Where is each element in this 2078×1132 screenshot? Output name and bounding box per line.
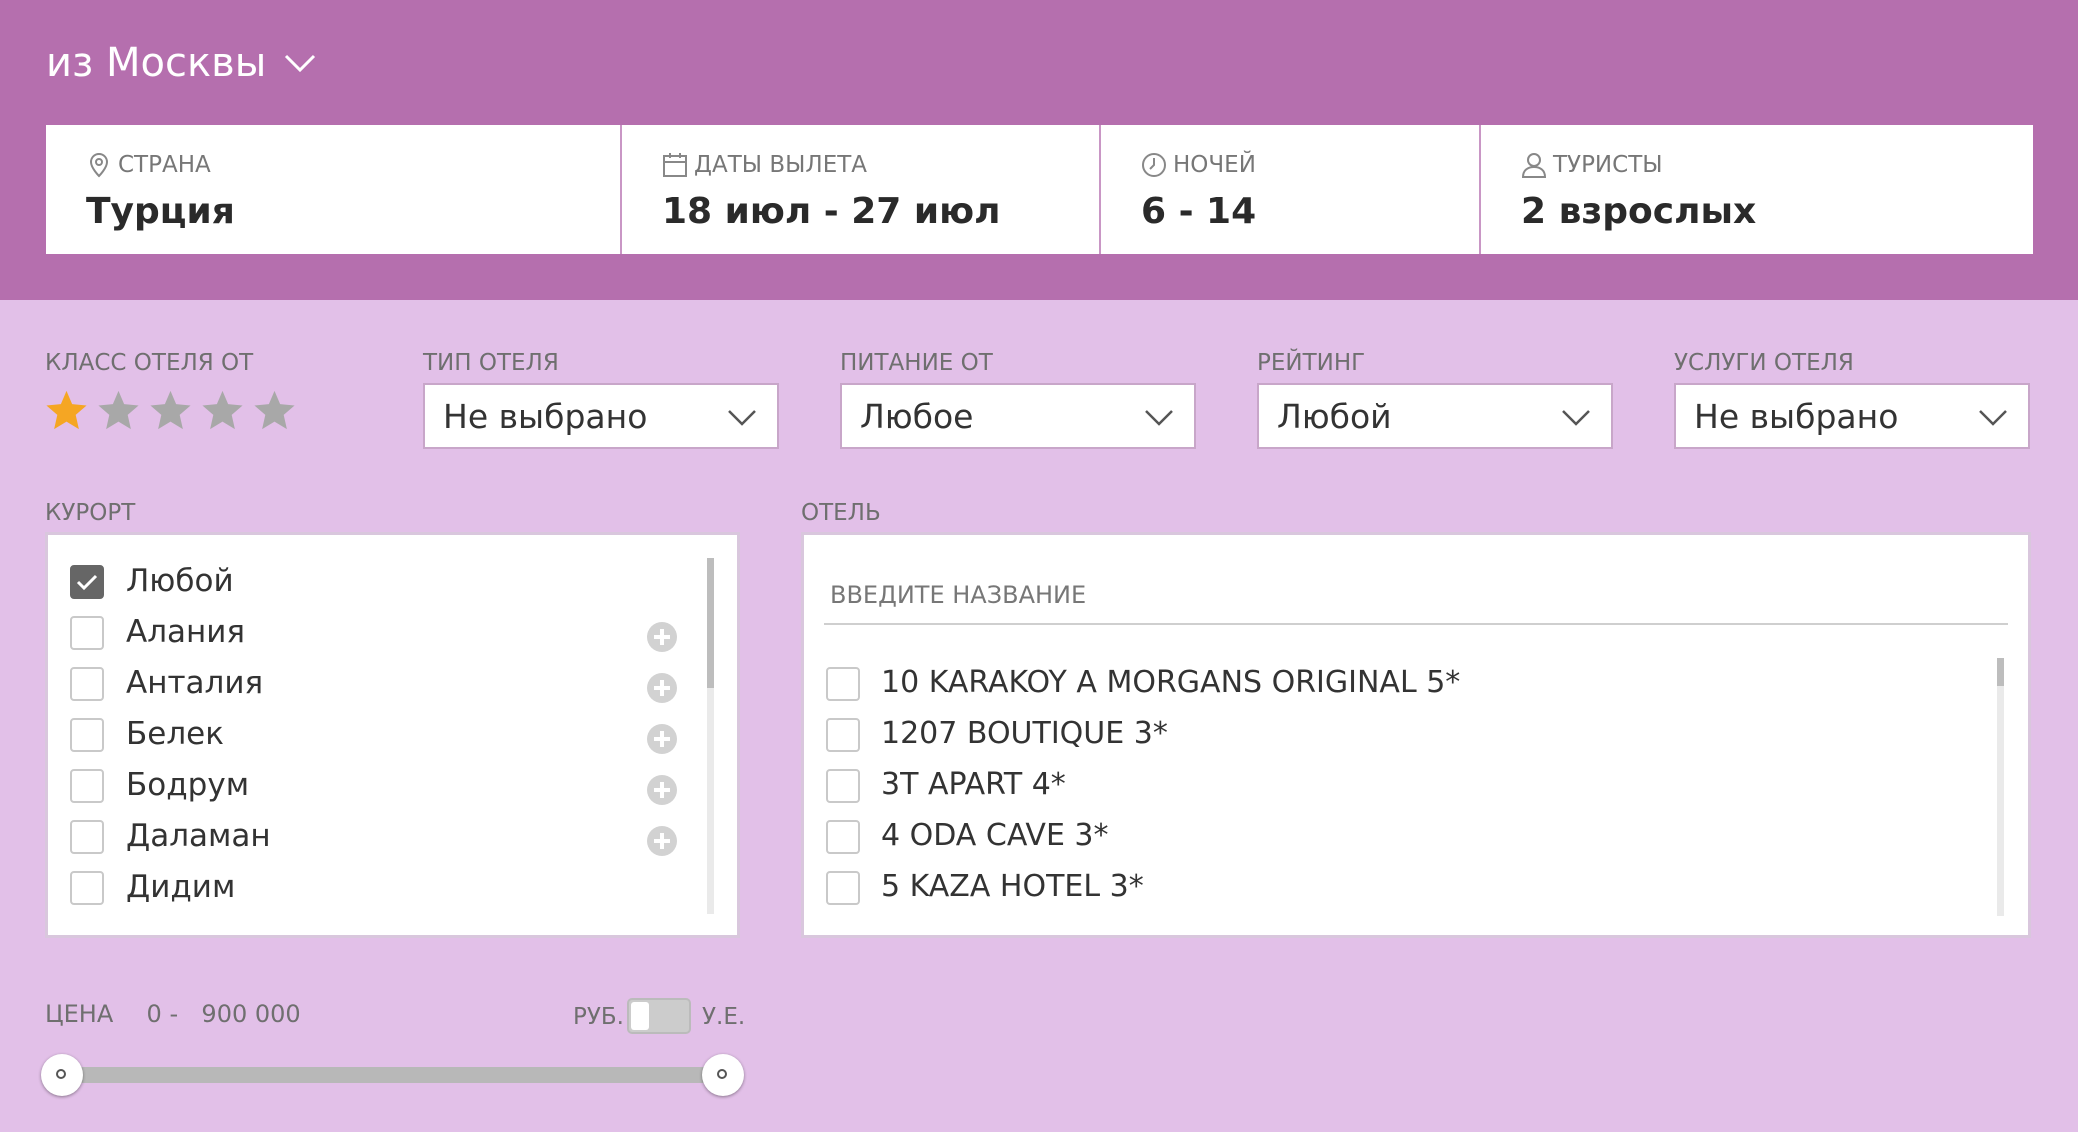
country-field[interactable]: Страна Турция bbox=[46, 125, 622, 254]
plus-circle-icon[interactable] bbox=[646, 672, 678, 704]
price-slider-min-handle[interactable] bbox=[41, 1054, 83, 1096]
resort-item-label: Алания bbox=[126, 614, 246, 650]
tourists-value: 2 взрослых bbox=[1521, 191, 1757, 232]
hotel-class-label: Класс отеля от bbox=[45, 350, 254, 376]
plus-circle-icon[interactable] bbox=[646, 723, 678, 755]
star-rating[interactable] bbox=[44, 388, 297, 433]
plus-circle-icon[interactable] bbox=[646, 621, 678, 653]
hotel-type-select[interactable]: Не выбрано bbox=[423, 383, 779, 449]
star-icon[interactable] bbox=[200, 388, 245, 433]
resort-checkbox[interactable] bbox=[70, 667, 104, 701]
hotel-item-label: 3T APART 4* bbox=[881, 767, 1066, 802]
rating-select[interactable]: Любой bbox=[1257, 383, 1613, 449]
plus-circle-icon[interactable] bbox=[646, 825, 678, 857]
hotel-scrollbar[interactable] bbox=[1997, 658, 2004, 916]
plus-circle-icon[interactable] bbox=[646, 774, 678, 806]
star-icon[interactable] bbox=[252, 388, 297, 433]
country-label: Страна bbox=[118, 152, 211, 178]
currency-toggle[interactable] bbox=[627, 998, 691, 1034]
hotel-item-label: 10 KARAKOY A MORGANS ORIGINAL 5* bbox=[881, 665, 1461, 700]
services-value: Не выбрано bbox=[1694, 396, 1899, 436]
meal-value: Любое bbox=[860, 396, 974, 436]
user-icon bbox=[1521, 153, 1547, 178]
hotel-checkbox[interactable] bbox=[826, 871, 860, 905]
currency-rub-label[interactable]: РУБ. bbox=[573, 1004, 624, 1030]
check-icon bbox=[76, 574, 98, 591]
star-icon[interactable] bbox=[44, 388, 89, 433]
chevron-down-icon bbox=[728, 410, 756, 426]
hotel-label: Отель bbox=[801, 500, 881, 526]
meal-label: Питание от bbox=[840, 350, 993, 376]
price-min: 0 bbox=[146, 1000, 162, 1028]
price-slider-track[interactable] bbox=[62, 1067, 725, 1083]
origin-selector[interactable]: из Москвы bbox=[46, 40, 316, 86]
calendar-icon bbox=[663, 153, 687, 177]
hotel-scrollbar-thumb[interactable] bbox=[1997, 658, 2004, 686]
clock-icon bbox=[1142, 153, 1166, 177]
chevron-down-icon bbox=[1562, 410, 1590, 426]
resort-item-label: Даламан bbox=[126, 818, 271, 854]
services-select[interactable]: Не выбрано bbox=[1674, 383, 2030, 449]
price-max: 900 000 bbox=[201, 1000, 301, 1028]
hotel-checkbox[interactable] bbox=[826, 667, 860, 701]
country-value: Турция bbox=[86, 191, 235, 232]
chevron-down-icon bbox=[1145, 410, 1173, 426]
price-label: Цена bbox=[45, 1000, 114, 1028]
resort-checkbox[interactable] bbox=[70, 871, 104, 905]
hotel-checkbox[interactable] bbox=[826, 769, 860, 803]
nights-value: 6 - 14 bbox=[1141, 191, 1257, 232]
resort-checkbox-any[interactable] bbox=[70, 565, 104, 599]
dates-label: Даты вылета bbox=[694, 152, 868, 178]
star-icon[interactable] bbox=[148, 388, 193, 433]
star-icon[interactable] bbox=[96, 388, 141, 433]
hotel-checkbox[interactable] bbox=[826, 820, 860, 854]
search-bar: Страна Турция Даты вылета 18 июл - 27 ию… bbox=[46, 125, 2033, 254]
hotel-type-label: Тип отеля bbox=[423, 350, 559, 376]
nights-field[interactable]: Ночей 6 - 14 bbox=[1101, 125, 1481, 254]
resort-item-label: Анталия bbox=[126, 665, 264, 701]
resort-label: Курорт bbox=[45, 500, 136, 526]
nights-label: Ночей bbox=[1173, 152, 1256, 178]
location-pin-icon bbox=[89, 152, 109, 178]
rating-value: Любой bbox=[1277, 396, 1392, 436]
dates-field[interactable]: Даты вылета 18 июл - 27 июл bbox=[622, 125, 1101, 254]
resort-checkbox[interactable] bbox=[70, 718, 104, 752]
resort-item-label: Бодрум bbox=[126, 767, 250, 803]
tourists-label: Туристы bbox=[1553, 152, 1663, 178]
hotel-item-label: 1207 BOUTIQUE 3* bbox=[881, 716, 1168, 751]
resort-scrollbar-thumb[interactable] bbox=[707, 558, 714, 688]
currency-ue-label[interactable]: У.Е. bbox=[702, 1004, 745, 1030]
resort-item-label: Белек bbox=[126, 716, 224, 752]
hotel-item-label: 4 ODA CAVE 3* bbox=[881, 818, 1109, 853]
price-separator: - bbox=[169, 1000, 179, 1028]
resort-checkbox[interactable] bbox=[70, 616, 104, 650]
dates-value: 18 июл - 27 июл bbox=[662, 191, 1001, 232]
chevron-down-icon bbox=[285, 54, 316, 73]
origin-label: из Москвы bbox=[46, 40, 267, 86]
hotel-type-value: Не выбрано bbox=[443, 396, 648, 436]
chevron-down-icon bbox=[1979, 410, 2007, 426]
toggle-knob bbox=[631, 1002, 649, 1030]
resort-item-label: Любой bbox=[126, 563, 234, 599]
resort-checkbox[interactable] bbox=[70, 820, 104, 854]
meal-select[interactable]: Любое bbox=[840, 383, 1196, 449]
services-label: Услуги отеля bbox=[1674, 350, 1854, 376]
hotel-item-label: 5 KAZA HOTEL 3* bbox=[881, 869, 1144, 904]
tourists-field[interactable]: Туристы 2 взрослых bbox=[1481, 125, 2033, 254]
rating-label: Рейтинг bbox=[1257, 350, 1366, 376]
price-slider-max-handle[interactable] bbox=[702, 1054, 744, 1096]
price-range: Цена 0 - 900 000 bbox=[45, 1000, 301, 1028]
hotel-search-input[interactable] bbox=[824, 555, 2008, 625]
resort-checkbox[interactable] bbox=[70, 769, 104, 803]
hotel-checkbox[interactable] bbox=[826, 718, 860, 752]
resort-item-label: Дидим bbox=[126, 869, 236, 905]
